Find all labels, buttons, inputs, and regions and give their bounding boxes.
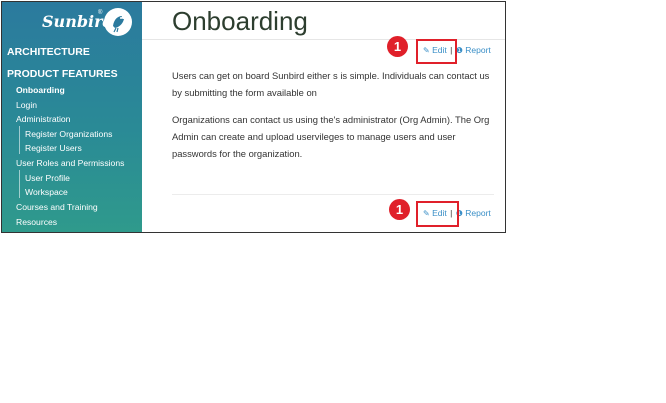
nav-item-courses-training[interactable]: Courses and Training	[16, 202, 98, 212]
nav-item-register-users[interactable]: Register Users	[25, 143, 82, 153]
nav-item-login[interactable]: Login	[16, 100, 37, 110]
nav-item-onboarding[interactable]: Onboarding	[16, 85, 65, 95]
step-badge: 1	[387, 36, 408, 57]
nav-section-architecture[interactable]: ARCHITECTURE	[7, 46, 90, 58]
edit-highlight-box	[416, 201, 459, 227]
tree-line	[19, 126, 20, 154]
report-link[interactable]: Report	[465, 208, 491, 218]
trademark: ®	[98, 10, 103, 16]
bird-icon	[104, 8, 132, 36]
step-badge: 1	[389, 199, 410, 220]
paragraph-1: Users can get on board Sunbird either s …	[172, 70, 490, 98]
browser-frame: Sunbird ® ARCHITECTURE PRODUCT FEATURES …	[1, 1, 506, 233]
nav-item-register-organizations[interactable]: Register Organizations	[25, 129, 112, 139]
nav-item-administration[interactable]: Administration	[16, 114, 70, 124]
nav-item-resources[interactable]: Resources	[16, 217, 57, 227]
nav-item-user-roles[interactable]: User Roles and Permissions	[16, 158, 124, 168]
edit-highlight-box	[416, 39, 457, 64]
sidebar: Sunbird ® ARCHITECTURE PRODUCT FEATURES …	[2, 2, 142, 232]
nav-item-workspace[interactable]: Workspace	[25, 187, 68, 197]
tree-line	[19, 170, 20, 198]
page-title: Onboarding	[172, 6, 308, 36]
section-divider	[172, 194, 494, 195]
sunbird-logo[interactable]: Sunbird ®	[42, 8, 137, 36]
nav-item-user-profile[interactable]: User Profile	[25, 173, 70, 183]
nav-section-product-features[interactable]: PRODUCT FEATURES	[7, 68, 118, 80]
report-link[interactable]: Report	[465, 45, 491, 55]
paragraph-2: Organizations can contact us using the's…	[172, 114, 490, 159]
logo-text: Sunbird	[42, 12, 114, 31]
main-content: Onboarding ✎ Edit | ❶ Report Users can g…	[142, 2, 505, 232]
